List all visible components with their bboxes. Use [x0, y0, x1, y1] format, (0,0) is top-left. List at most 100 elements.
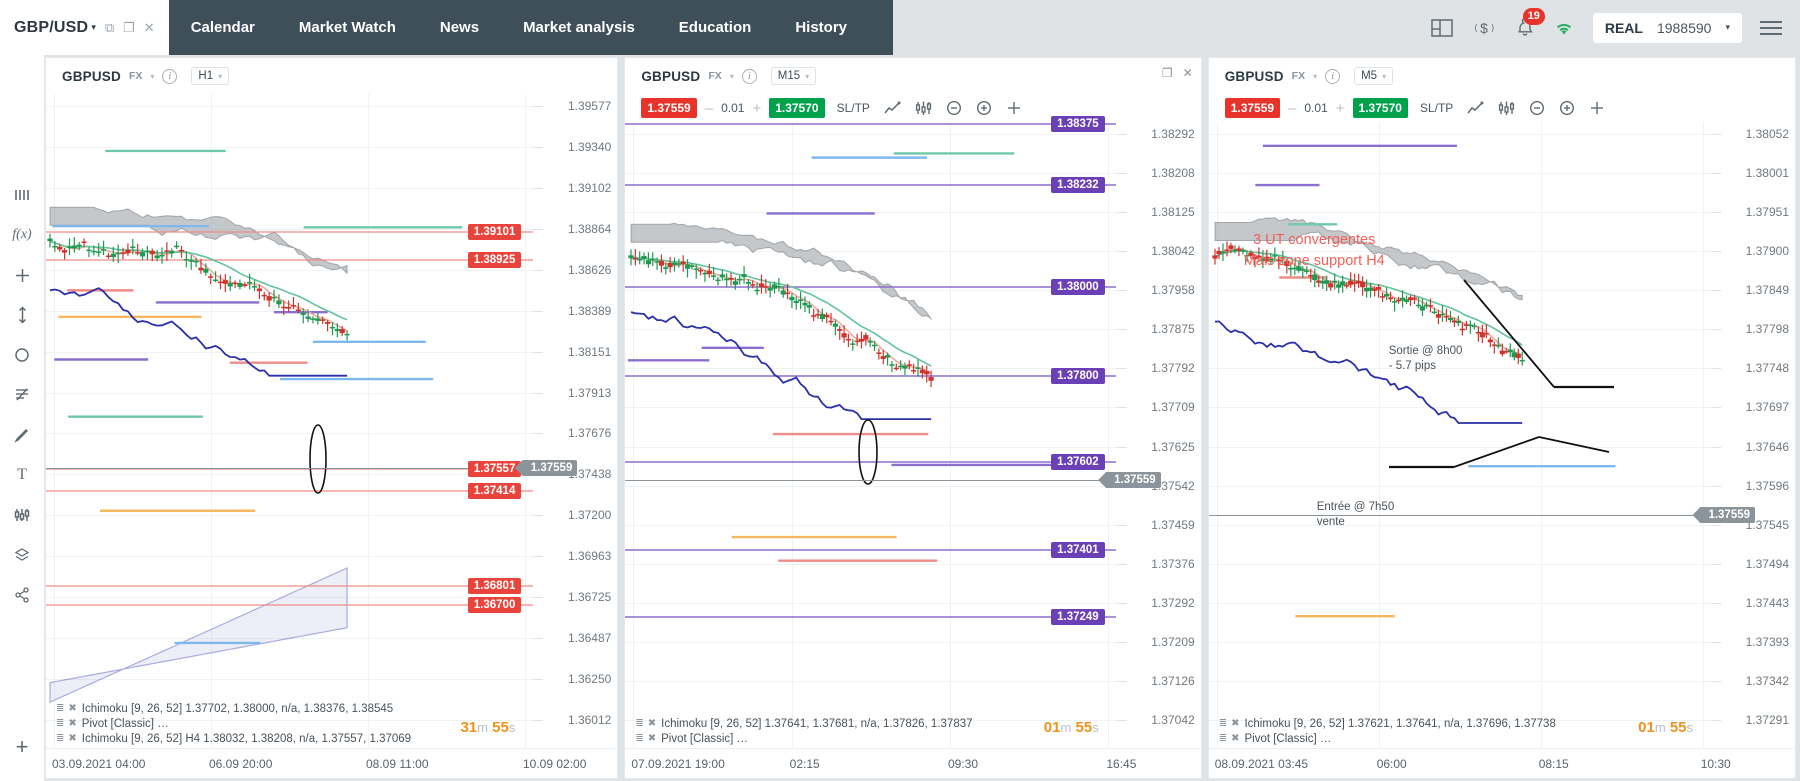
price-level-tag[interactable]: 1.36700 — [467, 597, 522, 613]
crosshair-tool[interactable] — [0, 255, 45, 295]
indicator-legend-row[interactable]: ≣ ✖ Ichimoku [9, 26, 52] 1.37702, 1.38000,… — [56, 701, 411, 716]
pencil-tool[interactable] — [0, 415, 45, 455]
chevron-down-icon[interactable]: ▾ — [1313, 72, 1317, 81]
remove-indicator-icon[interactable]: ✖ — [68, 718, 76, 729]
zoom-out-icon[interactable] — [1529, 100, 1545, 116]
sltp-button[interactable]: SL/TP — [1420, 101, 1453, 115]
chevron-down-icon[interactable]: ▾ — [1725, 22, 1730, 33]
remove-indicator-icon[interactable]: ✖ — [68, 703, 76, 714]
text-tool[interactable]: T — [0, 455, 45, 495]
volume-decrease-button[interactable]: – — [1280, 100, 1304, 117]
ask-price-button[interactable]: 1.37570 — [1352, 98, 1408, 118]
price-level-tag[interactable]: 1.37401 — [1051, 542, 1105, 558]
chart-body-h1[interactable]: 1.39577 1.39340 1.39102 1.38864 1.38626 1.383… — [46, 94, 618, 778]
bid-price-button[interactable]: 1.37559 — [641, 98, 697, 118]
indicators-tool[interactable] — [0, 175, 45, 215]
layers-tool[interactable] — [0, 535, 45, 575]
price-level-tag[interactable]: 1.37557 — [467, 461, 522, 477]
nav-item-calendar[interactable]: Calendar — [169, 0, 277, 55]
chart-body-m5[interactable]: 1.38052 1.38001 1.37951 1.37900 1.37849 1.377… — [1208, 122, 1796, 778]
ellipse-tool[interactable] — [0, 335, 45, 375]
volume-decrease-button[interactable]: – — [697, 100, 721, 117]
time-axis-m5[interactable]: 08.09.2021 03:45 06:00 08:15 10:30 — [1208, 748, 1796, 778]
fibonacci-tool[interactable] — [0, 375, 45, 415]
timeframe-selector-h1[interactable]: H1 ▾ — [191, 67, 230, 85]
ask-price-button[interactable]: 1.37570 — [769, 98, 825, 118]
info-icon[interactable]: i — [741, 68, 757, 84]
nav-item-market-analysis[interactable]: Market analysis — [501, 0, 657, 55]
price-axis-m5[interactable]: 1.38052 1.38001 1.37951 1.37900 1.37849 1.377… — [1711, 122, 1795, 748]
hamburger-menu-icon[interactable] — [1760, 20, 1782, 35]
trend-line-icon[interactable] — [884, 101, 901, 115]
crosshair-icon[interactable] — [1589, 100, 1605, 116]
remove-indicator-icon[interactable]: ✖ — [1231, 718, 1239, 729]
price-level-tag[interactable]: 1.37249 — [1051, 609, 1105, 625]
zoom-in-icon[interactable] — [1559, 100, 1575, 116]
price-level-tag[interactable]: 1.38000 — [1051, 279, 1105, 295]
close-icon[interactable]: ✕ — [144, 20, 155, 36]
restore-icon[interactable]: ❐ — [123, 20, 135, 36]
price-level-tag[interactable]: 1.38925 — [467, 252, 522, 268]
price-level-tag[interactable]: 1.36801 — [467, 578, 522, 594]
volume-value[interactable]: 0.01 — [1304, 101, 1327, 115]
timeframe-selector-m15[interactable]: M15 ▾ — [770, 67, 817, 85]
price-level-tag[interactable]: 1.37414 — [467, 483, 522, 499]
info-icon[interactable]: i — [1325, 68, 1341, 84]
indicator-legend-row[interactable]: ≣ ✖ Pivot [Classic] … — [635, 731, 972, 746]
price-axis-m15[interactable]: 1.38292 1.38208 1.38125 1.38042 1.37958 1.378… — [1116, 122, 1201, 748]
volume-increase-button[interactable]: + — [744, 100, 769, 117]
current-price-tag[interactable]: 1.37559 — [521, 460, 578, 476]
price-axis-h1[interactable]: 1.39577 1.39340 1.39102 1.38864 1.38626 1.383… — [533, 94, 617, 748]
settings-lines-icon[interactable]: ≣ — [1219, 733, 1227, 744]
chevron-down-icon[interactable]: ▾ — [91, 22, 96, 33]
zoom-in-icon[interactable] — [976, 100, 992, 116]
plot-area-m5[interactable] — [1208, 122, 1712, 748]
price-level-tag[interactable]: 1.39101 — [467, 224, 522, 240]
close-icon[interactable]: ✕ — [1183, 66, 1193, 80]
wifi-signal-icon[interactable] — [1553, 19, 1575, 37]
popout-icon[interactable]: ⧉ — [105, 20, 114, 36]
settings-lines-icon[interactable]: ≣ — [56, 718, 64, 729]
time-axis-h1[interactable]: 03.09.2021 04:00 06.09 20:00 08.09 11:00 10… — [46, 748, 618, 778]
indicator-legend-row[interactable]: ≣ ✖ Pivot [Classic] … — [56, 716, 411, 731]
volume-increase-button[interactable]: + — [1328, 100, 1353, 117]
crosshair-icon[interactable] — [1006, 100, 1022, 116]
price-level-tag[interactable]: 1.37602 — [1051, 454, 1105, 470]
zoom-out-icon[interactable] — [946, 100, 962, 116]
remove-indicator-icon[interactable]: ✖ — [1231, 733, 1239, 744]
chevron-down-icon[interactable]: ▾ — [730, 72, 734, 81]
nav-item-news[interactable]: News — [418, 0, 501, 55]
notifications-bell-icon[interactable]: 19 — [1515, 8, 1545, 38]
nav-item-education[interactable]: Education — [657, 0, 774, 55]
settings-lines-icon[interactable]: ≣ — [635, 733, 643, 744]
settings-lines-icon[interactable]: ≣ — [56, 733, 64, 744]
candles-icon[interactable] — [915, 101, 932, 116]
sltp-button[interactable]: SL/TP — [837, 101, 870, 115]
remove-indicator-icon[interactable]: ✖ — [648, 718, 656, 729]
price-level-tag[interactable]: 1.38375 — [1051, 116, 1105, 132]
plot-area-m15[interactable] — [625, 122, 1117, 748]
settings-lines-icon[interactable]: ≣ — [56, 703, 64, 714]
remove-indicator-icon[interactable]: ✖ — [68, 733, 76, 744]
share-tool[interactable] — [0, 575, 45, 615]
current-price-tag[interactable]: 1.37559 — [1699, 507, 1756, 523]
time-axis-m15[interactable]: 07.09.2021 19:00 02:15 09:30 16:45 — [625, 748, 1201, 778]
current-price-tag[interactable]: 1.37559 — [1105, 472, 1161, 488]
settings-lines-icon[interactable]: ≣ — [1219, 718, 1227, 729]
symbol-tab[interactable]: GBP/USD ▾ ⧉ ❐ ✕ — [0, 0, 169, 55]
price-level-tag[interactable]: 1.37800 — [1051, 368, 1105, 384]
chart-body-m15[interactable]: 1.38292 1.38208 1.38125 1.38042 1.37958 1.378… — [625, 116, 1201, 778]
cursor-tool[interactable] — [0, 295, 45, 335]
indicator-legend-row[interactable]: ≣ ✖ Pivot [Classic] … — [1219, 731, 1556, 746]
timeframe-selector-m5[interactable]: M5 ▾ — [1354, 67, 1394, 85]
price-level-tag[interactable]: 1.38232 — [1051, 177, 1105, 193]
chevron-down-icon[interactable]: ▾ — [150, 72, 154, 81]
plot-area-h1[interactable] — [46, 94, 534, 748]
account-selector[interactable]: REAL 1988590 ▾ — [1592, 12, 1742, 43]
nav-item-history[interactable]: History — [773, 0, 869, 55]
volume-value[interactable]: 0.01 — [721, 101, 744, 115]
candle-tool[interactable] — [0, 495, 45, 535]
function-tool[interactable]: f(x) — [0, 215, 45, 255]
settings-lines-icon[interactable]: ≣ — [635, 718, 643, 729]
nav-item-market-watch[interactable]: Market Watch — [277, 0, 418, 55]
